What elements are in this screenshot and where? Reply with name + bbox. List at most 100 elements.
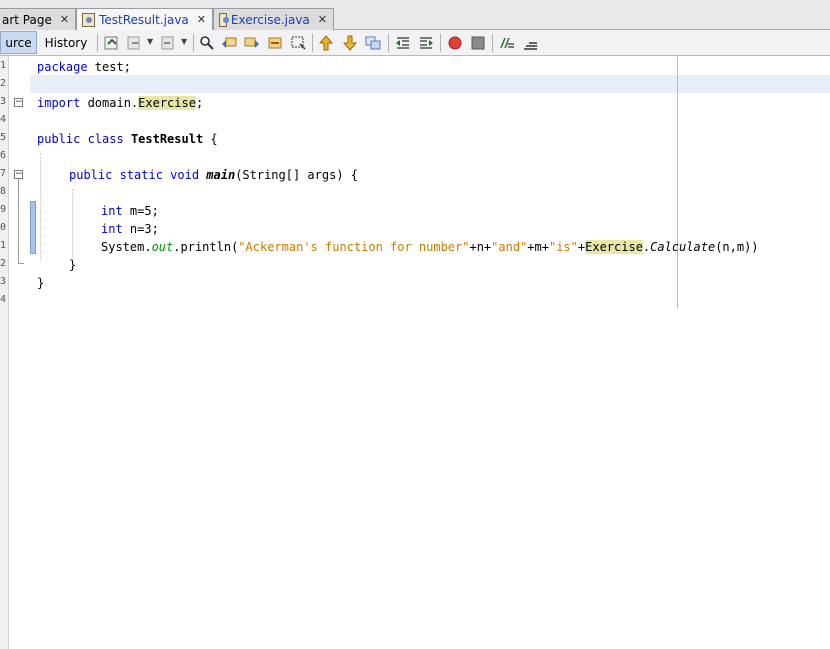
previous-bookmark-icon[interactable] xyxy=(318,35,334,51)
java-file-icon xyxy=(82,12,96,27)
fold-guide-line xyxy=(18,179,19,263)
keyword: package xyxy=(37,60,88,74)
back-icon[interactable] xyxy=(126,35,142,51)
close-icon[interactable]: ✕ xyxy=(310,13,327,26)
code-text: m=5; xyxy=(122,204,159,218)
code-line[interactable]: } xyxy=(37,274,44,292)
string-literal: "and" xyxy=(491,240,528,254)
fold-toggle-icon[interactable]: − xyxy=(14,98,23,107)
history-view-button[interactable]: History xyxy=(38,31,94,54)
code-line[interactable]: public class TestResult { xyxy=(37,130,218,148)
close-icon[interactable]: ✕ xyxy=(52,13,69,26)
code-line[interactable]: import domain.Exercise; xyxy=(37,94,203,112)
code-text: .println( xyxy=(173,240,239,254)
fold-end-marker xyxy=(18,263,24,264)
find-next-icon[interactable] xyxy=(244,35,260,51)
last-edit-icon[interactable] xyxy=(104,35,120,51)
line-number: 2 xyxy=(0,78,6,89)
code-line[interactable]: int m=5; xyxy=(101,202,159,220)
indent-guide xyxy=(40,153,41,261)
keyword: public static void xyxy=(69,168,200,182)
next-bookmark-icon[interactable] xyxy=(342,35,358,51)
line-number: 5 xyxy=(0,132,6,143)
line-number: 6 xyxy=(0,150,6,161)
code-line[interactable]: } xyxy=(69,256,76,274)
string-literal: "is" xyxy=(548,240,578,254)
tab-label: art Page xyxy=(2,12,52,27)
find-icon[interactable] xyxy=(199,35,215,51)
code-line[interactable]: package test; xyxy=(37,58,131,76)
current-line-highlight xyxy=(30,75,830,93)
editor-tab-strip: art Page ✕ TestResult.java ✕ Exercise.ja… xyxy=(0,0,830,30)
code-text: System. xyxy=(101,240,152,254)
line-number: 9 xyxy=(0,204,6,215)
toolbar-separator xyxy=(388,34,389,52)
keyword: import xyxy=(37,96,81,110)
indent-guide xyxy=(72,189,73,259)
toggle-comment-icon[interactable] xyxy=(499,35,515,51)
changed-lines-marker xyxy=(30,201,36,254)
code-text: +n+ xyxy=(469,240,492,254)
forward-icon[interactable] xyxy=(160,35,176,51)
toolbar-separator xyxy=(97,34,98,52)
code-text: } xyxy=(37,276,45,290)
shift-right-icon[interactable] xyxy=(418,35,434,51)
highlighted-identifier: Exercise xyxy=(138,96,196,110)
keyword: int xyxy=(101,222,123,236)
code-line[interactable]: System.out.println("Ackerman's function … xyxy=(101,238,759,256)
line-number: 3 xyxy=(0,96,6,107)
start-macro-recording-icon[interactable] xyxy=(447,35,463,51)
toggle-highlight-icon[interactable] xyxy=(267,35,283,51)
code-text: test; xyxy=(87,60,131,74)
line-number: 3 xyxy=(0,276,6,287)
tab-start-page[interactable]: art Page ✕ xyxy=(0,8,76,30)
highlighted-identifier: Exercise xyxy=(585,240,643,254)
toolbar-separator xyxy=(312,34,313,52)
shift-left-icon[interactable] xyxy=(395,35,411,51)
line-number-gutter: 1 2 3 4 5 6 7 8 9 0 1 2 3 4 xyxy=(0,56,9,649)
find-previous-icon[interactable] xyxy=(221,35,237,51)
line-number: 8 xyxy=(0,186,6,197)
chevron-down-icon[interactable]: ▼ xyxy=(147,37,153,46)
uncomment-icon[interactable] xyxy=(522,35,538,51)
string-literal: "Ackerman's function for number" xyxy=(238,240,470,254)
code-text: domain. xyxy=(80,96,139,110)
line-number: 7 xyxy=(0,168,6,179)
code-text: { xyxy=(203,132,218,146)
java-file-icon xyxy=(219,12,229,27)
line-number: 0 xyxy=(0,222,6,233)
static-method-call: Calculate xyxy=(650,240,716,254)
rectangular-selection-icon[interactable] xyxy=(290,35,306,51)
code-text: (n,m)) xyxy=(715,240,759,254)
stop-macro-recording-icon[interactable] xyxy=(470,35,486,51)
code-line[interactable]: int n=3; xyxy=(101,220,159,238)
toolbar-separator xyxy=(492,34,493,52)
code-text: } xyxy=(69,258,77,272)
class-name: TestResult xyxy=(130,132,204,146)
source-view-button[interactable]: urce xyxy=(0,31,37,54)
line-number: 1 xyxy=(0,240,6,251)
code-text: (String[] args) { xyxy=(235,168,359,182)
tab-label: Exercise.java xyxy=(230,12,310,27)
code-line[interactable]: public static void main(String[] args) { xyxy=(69,166,358,184)
line-number: 4 xyxy=(0,294,6,305)
toolbar-separator xyxy=(193,34,194,52)
toggle-bookmark-icon[interactable] xyxy=(365,35,381,51)
fold-toggle-icon[interactable]: − xyxy=(14,170,23,179)
tab-label: TestResult.java xyxy=(99,12,189,27)
close-icon[interactable]: ✕ xyxy=(189,13,206,26)
code-text: +m+ xyxy=(527,240,549,254)
code-text: n=3; xyxy=(122,222,159,236)
editor-toolbar: urce History ▼ ▼ xyxy=(0,30,830,56)
static-field: out xyxy=(151,240,174,254)
toolbar-separator xyxy=(440,34,441,52)
keyword: int xyxy=(101,204,123,218)
tab-testresult-java[interactable]: TestResult.java ✕ xyxy=(76,8,213,30)
tab-exercise-java[interactable]: Exercise.java ✕ xyxy=(213,8,334,30)
line-number: 4 xyxy=(0,114,6,125)
line-number: 2 xyxy=(0,258,6,269)
keyword: public class xyxy=(37,132,124,146)
chevron-down-icon[interactable]: ▼ xyxy=(181,37,187,46)
method-name: main xyxy=(206,168,236,182)
